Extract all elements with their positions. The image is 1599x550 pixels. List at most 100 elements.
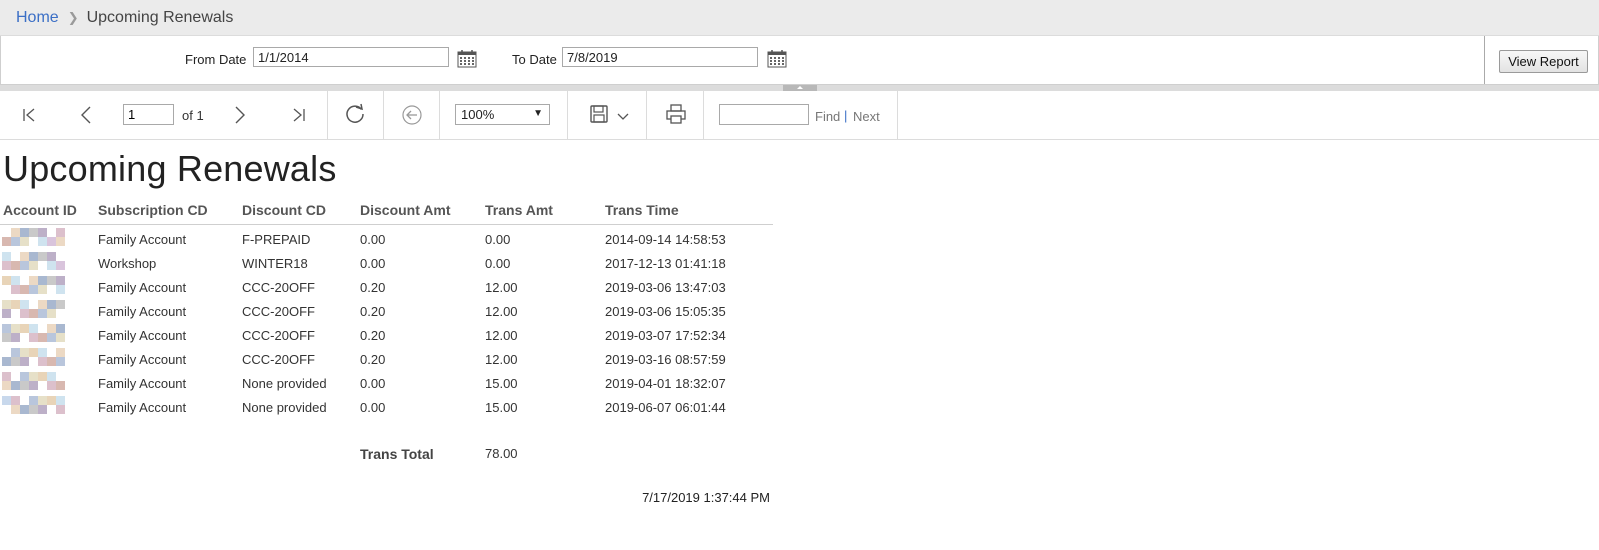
cell-trans-amt: 12.00 — [485, 280, 518, 295]
cell-subscription-cd: Workshop — [98, 256, 157, 271]
cell-discount-amt: 0.00 — [360, 256, 386, 271]
trans-total-value: 78.00 — [485, 446, 518, 461]
cell-trans-time: 2019-03-06 13:47:03 — [605, 280, 726, 295]
table-row: Family Account CCC-20OFF 0.20 12.00 2019-03-… — [0, 324, 775, 352]
cell-trans-time: 2019-06-07 06:01:44 — [605, 400, 726, 415]
from-date-input[interactable] — [253, 47, 449, 67]
cell-subscription-cd: Family Account — [98, 376, 187, 391]
cell-discount-cd: None provided — [242, 400, 327, 415]
dropdown-arrow-icon: ▼ — [533, 108, 543, 119]
cell-trans-time: 2019-03-06 15:05:35 — [605, 304, 726, 319]
find-next-link[interactable]: Next — [853, 109, 880, 124]
cell-subscription-cd: Family Account — [98, 352, 187, 367]
calendar-icon[interactable] — [767, 50, 787, 68]
page-count-label: of 1 — [182, 108, 204, 123]
cell-trans-time: 2019-03-16 08:57:59 — [605, 352, 726, 367]
cell-discount-cd: WINTER18 — [242, 256, 308, 271]
account-id-redacted — [0, 346, 80, 366]
cell-subscription-cd: Family Account — [98, 280, 187, 295]
cell-trans-amt: 15.00 — [485, 400, 518, 415]
parameters-panel: From Date To Date View Report — [0, 36, 1599, 85]
account-id-redacted — [0, 322, 80, 342]
page-number-input[interactable] — [123, 104, 174, 125]
account-id-redacted — [0, 250, 80, 270]
account-id-redacted — [0, 226, 80, 246]
table-row: Family Account CCC-20OFF 0.20 12.00 2019-03-… — [0, 276, 775, 304]
zoom-select[interactable]: 100% ▼ — [455, 104, 550, 125]
cell-discount-amt: 0.00 — [360, 232, 386, 247]
params-divider — [1484, 36, 1485, 84]
report-generated-timestamp: 7/17/2019 1:37:44 PM — [642, 490, 770, 505]
account-id-redacted — [0, 394, 80, 414]
cell-discount-amt: 0.00 — [360, 376, 386, 391]
cell-discount-amt: 0.00 — [360, 400, 386, 415]
column-header-trans-amt: Trans Amt — [485, 202, 553, 218]
toolbar-separator — [383, 91, 384, 139]
next-page-icon[interactable] — [234, 106, 246, 124]
toolbar-separator — [703, 91, 704, 139]
first-page-icon[interactable] — [21, 107, 37, 123]
to-date-input[interactable] — [562, 47, 758, 67]
column-header-discount-amt: Discount Amt — [360, 202, 451, 218]
view-report-button[interactable]: View Report — [1499, 50, 1588, 73]
find-input[interactable] — [719, 104, 809, 125]
cell-discount-cd: F-PREPAID — [242, 232, 311, 247]
to-date-label: To Date — [512, 52, 557, 67]
calendar-icon[interactable] — [457, 50, 477, 68]
cell-subscription-cd: Family Account — [98, 304, 187, 319]
refresh-icon[interactable] — [344, 103, 366, 125]
cell-trans-amt: 15.00 — [485, 376, 518, 391]
breadcrumb-home-link[interactable]: Home — [16, 9, 59, 27]
report-toolbar: of 1 100% ▼ Find | Next — [0, 91, 1599, 140]
cell-subscription-cd: Family Account — [98, 328, 187, 343]
cell-subscription-cd: Family Account — [98, 400, 187, 415]
report-title: Upcoming Renewals — [3, 148, 337, 189]
save-icon[interactable] — [590, 105, 608, 123]
back-icon[interactable] — [401, 104, 423, 126]
breadcrumb: Home ❯ Upcoming Renewals — [0, 0, 1599, 36]
toolbar-separator — [439, 91, 440, 139]
zoom-value: 100% — [461, 107, 495, 122]
from-date-label: From Date — [185, 52, 247, 67]
column-header-subscription-cd: Subscription CD — [98, 202, 208, 218]
cell-trans-amt: 12.00 — [485, 304, 518, 319]
trans-total-label: Trans Total — [360, 446, 434, 462]
toolbar-separator — [646, 91, 647, 139]
cell-discount-amt: 0.20 — [360, 304, 386, 319]
cell-trans-amt: 12.00 — [485, 352, 518, 367]
cell-trans-amt: 12.00 — [485, 328, 518, 343]
breadcrumb-chevron-icon: ❯ — [67, 9, 79, 25]
cell-trans-time: 2019-04-01 18:32:07 — [605, 376, 726, 391]
table-row: Workshop WINTER18 0.00 0.00 2017-12-13 01:41… — [0, 252, 775, 280]
table-row: Family Account CCC-20OFF 0.20 12.00 2019-03-… — [0, 348, 775, 376]
breadcrumb-current: Upcoming Renewals — [86, 8, 234, 26]
cell-subscription-cd: Family Account — [98, 232, 187, 247]
cell-trans-time: 2017-12-13 01:41:18 — [605, 256, 726, 271]
cell-discount-cd: CCC-20OFF — [242, 280, 315, 295]
cell-discount-cd: CCC-20OFF — [242, 328, 315, 343]
cell-discount-amt: 0.20 — [360, 352, 386, 367]
column-header-account-id: Account ID — [3, 202, 77, 218]
find-separator: | — [844, 108, 848, 123]
prev-page-icon[interactable] — [80, 106, 92, 124]
account-id-redacted — [0, 274, 80, 294]
account-id-redacted — [0, 370, 80, 390]
cell-trans-amt: 0.00 — [485, 232, 511, 247]
table-row: Family Account CCC-20OFF 0.20 12.00 2019-03-… — [0, 300, 775, 328]
last-page-icon[interactable] — [291, 107, 307, 123]
cell-discount-cd: CCC-20OFF — [242, 352, 315, 367]
toolbar-separator — [567, 91, 568, 139]
toolbar-separator — [327, 91, 328, 139]
cell-trans-time: 2019-03-07 17:52:34 — [605, 328, 726, 343]
cell-discount-amt: 0.20 — [360, 328, 386, 343]
account-id-redacted — [0, 298, 80, 318]
cell-trans-time: 2014-09-14 14:58:53 — [605, 232, 726, 247]
print-icon[interactable] — [666, 104, 686, 124]
cell-discount-cd: None provided — [242, 376, 327, 391]
column-header-trans-time: Trans Time — [605, 202, 679, 218]
table-row: Family Account None provided 0.00 15.00 2019… — [0, 396, 775, 424]
chevron-down-icon[interactable] — [617, 113, 629, 121]
table-row: Family Account F-PREPAID 0.00 0.00 2014-09-1… — [0, 228, 775, 256]
cell-discount-cd: CCC-20OFF — [242, 304, 315, 319]
find-link[interactable]: Find — [815, 109, 840, 124]
